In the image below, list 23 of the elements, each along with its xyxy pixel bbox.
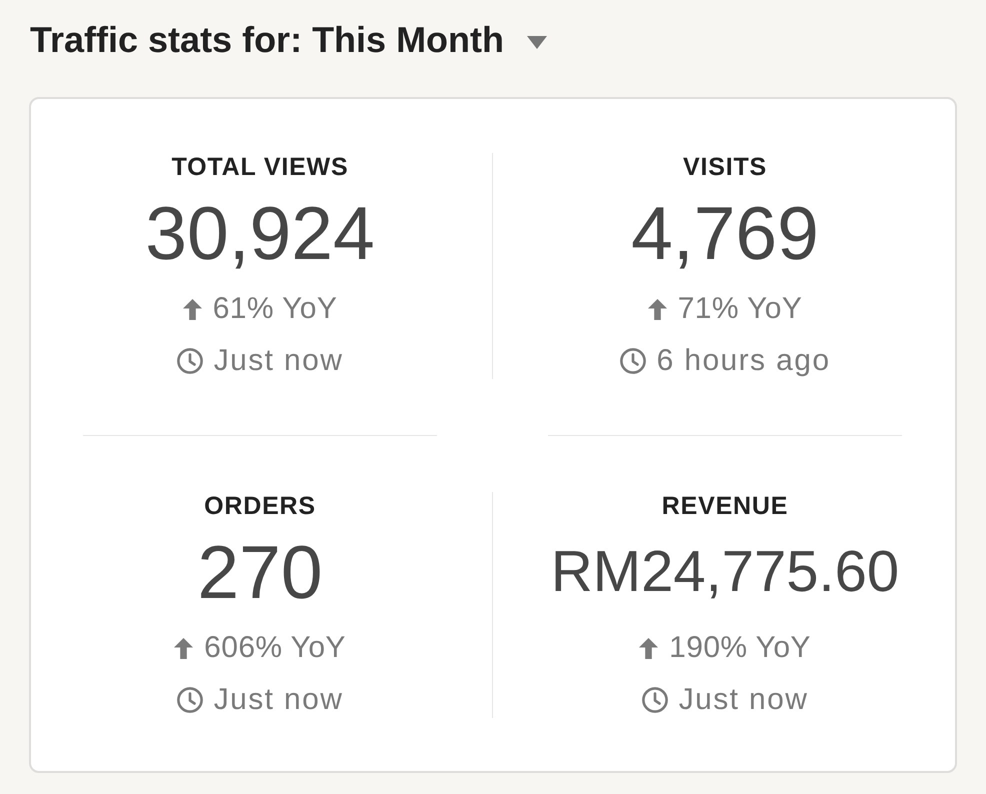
stat-label: VISITS [683,153,767,181]
clock-icon [176,687,203,713]
yoy-change: 606% YoY [204,630,346,666]
stat-label: TOTAL VIEWS [172,153,348,181]
stats-heading: Traffic stats for: [30,20,302,60]
clock-icon [176,348,203,374]
updated-time: Just now [678,682,808,718]
updated-time: Just now [214,343,344,379]
stat-value: 4,769 [631,193,819,273]
yoy-change: 61% YoY [212,291,338,327]
yoy-change: 71% YoY [678,291,802,327]
stat-value: 270 [197,532,323,612]
stat-value: RM24,775.60 [550,538,900,606]
clock-icon [620,348,646,374]
stat-label: REVENUE [662,492,788,520]
caret-icon [527,36,548,48]
clock-icon [642,687,668,713]
yoy-change: 190% YoY [669,630,811,666]
period-dropdown[interactable]: This Month [312,20,548,60]
stat-label: ORDERS [204,492,316,520]
stat-value: 30,924 [145,193,375,273]
updated-time: Just now [214,682,344,718]
updated-time: 6 hours ago [656,343,830,379]
